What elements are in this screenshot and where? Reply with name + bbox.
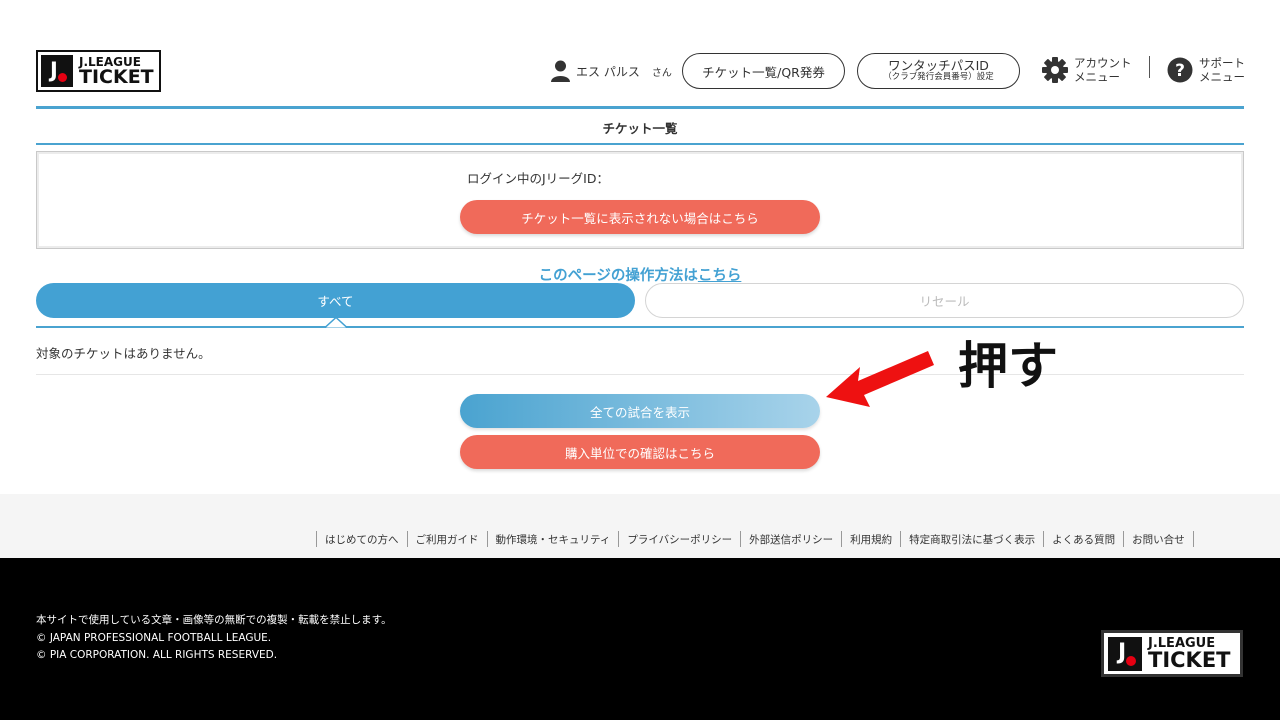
- footer-link-external[interactable]: 外部送信ポリシー: [741, 532, 841, 547]
- header-rule-bottom: [36, 143, 1244, 145]
- j-mark-icon: J: [41, 55, 73, 87]
- j-mark-icon: J: [1108, 636, 1142, 671]
- copyright-line1: 本サイトで使用している文章・画像等の無断での複製・転載を禁止します。: [36, 614, 392, 626]
- header-rule-top: [36, 106, 1244, 109]
- user-greeting: エス パルス さん: [551, 60, 672, 82]
- ticket-list-qr-label: チケット一覧/QR発券: [702, 64, 825, 80]
- footer-link-sep: [1192, 531, 1194, 547]
- gear-icon: [1042, 57, 1068, 84]
- tab-pointer-icon: [325, 317, 347, 328]
- support-menu-label2: メニュー: [1199, 70, 1245, 85]
- footer-links: はじめての方へ ご利用ガイド 動作環境・セキュリティ プライバシーポリシー 外部…: [316, 530, 1194, 548]
- tab-resale[interactable]: リセール: [645, 283, 1244, 318]
- support-menu[interactable]: ? サポート メニュー: [1167, 56, 1245, 85]
- red-arrow-icon: [826, 351, 934, 407]
- annotation-text: 押す: [958, 337, 1058, 395]
- user-name: エス パルス: [576, 64, 640, 79]
- howto-line: このページの操作方法はこちら: [36, 264, 1244, 285]
- footer-link-beginners[interactable]: はじめての方へ: [317, 532, 407, 547]
- svg-text:?: ?: [1175, 61, 1185, 81]
- user-icon: [551, 60, 570, 82]
- user-suffix: さん: [651, 67, 672, 79]
- support-menu-label1: サポート: [1199, 56, 1245, 70]
- footer-copyright: 本サイトで使用している文章・画像等の無断での複製・転載を禁止します。 © JAP…: [36, 612, 392, 665]
- copyright-line2: © JAPAN PROFESSIONAL FOOTBALL LEAGUE.: [36, 631, 272, 644]
- ticket-list-qr-button[interactable]: チケット一覧/QR発券: [682, 53, 845, 89]
- copyright-line3: © PIA CORPORATION. ALL RIGHTS RESERVED.: [36, 649, 278, 661]
- jleague-ticket-logo[interactable]: J J.LEAGUE TICKET: [36, 50, 161, 92]
- footer-links-band: [0, 494, 1280, 558]
- howto-link[interactable]: こちら: [698, 268, 742, 284]
- login-id-label: ログイン中のJリーグID：: [467, 171, 609, 186]
- footer-link-guide[interactable]: ご利用ガイド: [408, 532, 487, 547]
- footer-logo[interactable]: J J.LEAGUE TICKET: [1101, 630, 1243, 677]
- page-title: チケット一覧: [602, 121, 678, 136]
- help-circle-icon: ?: [1167, 57, 1193, 83]
- tabs-rule: [36, 326, 1244, 328]
- results-divider: [36, 374, 1244, 375]
- logo-text-line2: TICKET: [79, 65, 154, 88]
- footer-logo-line2: TICKET: [1148, 647, 1231, 672]
- show-all-matches-button[interactable]: 全ての試合を表示: [460, 394, 820, 428]
- footer-link-faq[interactable]: よくある質問: [1044, 532, 1123, 547]
- account-menu-label1: アカウント: [1074, 56, 1132, 70]
- footer-link-commerce[interactable]: 特定商取引法に基づく表示: [901, 532, 1043, 547]
- no-tickets-message: 対象のチケットはありません。: [36, 346, 211, 361]
- purchase-unit-button[interactable]: 購入単位での確認はこちら: [460, 435, 820, 469]
- account-menu[interactable]: アカウント メニュー: [1042, 56, 1132, 85]
- footer-link-environment[interactable]: 動作環境・セキュリティ: [488, 532, 619, 547]
- header-divider: [1149, 56, 1150, 78]
- onetouch-pass-button[interactable]: ワンタッチパスID （クラブ発行会員番号）設定: [857, 53, 1020, 89]
- footer-link-privacy[interactable]: プライバシーポリシー: [619, 532, 740, 547]
- footer-link-terms[interactable]: 利用規約: [842, 532, 900, 547]
- tab-all[interactable]: すべて: [36, 283, 635, 318]
- not-shown-button[interactable]: チケット一覧に表示されない場合はこちら: [460, 200, 820, 234]
- howto-text: このページの操作方法は: [538, 268, 698, 284]
- onetouch-pass-sublabel: （クラブ発行会員番号）設定: [883, 72, 994, 83]
- account-menu-label2: メニュー: [1074, 70, 1120, 85]
- footer-link-contact[interactable]: お問い合せ: [1124, 532, 1193, 547]
